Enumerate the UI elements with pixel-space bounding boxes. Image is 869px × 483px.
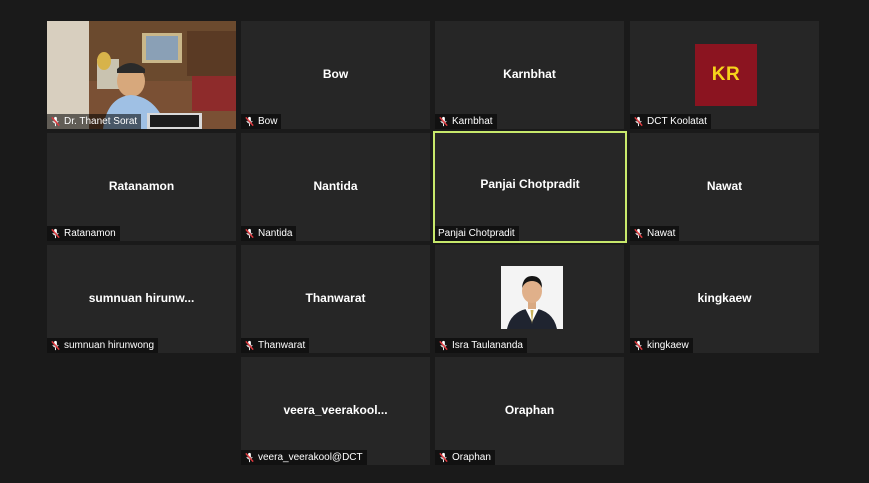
microphone-muted-icon: [51, 340, 60, 351]
participant-display-name: veera_veerakool...: [283, 403, 388, 417]
microphone-muted-icon: [634, 228, 643, 239]
participant-display-name: Ratanamon: [108, 179, 175, 193]
participant-tile-panjai-active-speaker[interactable]: Panjai Chotpradit Panjai Chotpradit: [433, 131, 627, 243]
microphone-muted-icon: [245, 228, 254, 239]
participant-nameplate: Ratanamon: [47, 226, 120, 241]
participant-label: veera_veerakool@DCT: [258, 452, 363, 463]
kr-logo: KR: [695, 44, 757, 106]
participant-nameplate: sumnuan hirunwong: [47, 338, 159, 353]
microphone-muted-icon: [439, 452, 448, 463]
participant-label: kingkaew: [647, 340, 689, 351]
participant-display-name: Bow: [322, 67, 349, 81]
participant-label: Oraphan: [452, 452, 491, 463]
microphone-muted-icon: [439, 116, 448, 127]
microphone-muted-icon: [634, 116, 643, 127]
participant-nameplate: Oraphan: [435, 450, 495, 465]
participant-nameplate: Karnbhat: [435, 114, 497, 129]
participant-display-name: Nantida: [313, 179, 358, 193]
microphone-muted-icon: [51, 116, 60, 127]
participant-tile-isra[interactable]: Isra Taulananda: [435, 245, 624, 353]
participant-nameplate: Dr. Thanet Sorat: [47, 114, 142, 129]
microphone-muted-icon: [245, 452, 254, 463]
participant-tile-dct-koolatat[interactable]: KR DCT Koolatat: [630, 21, 819, 129]
participant-tile-karnbhat[interactable]: Karnbhat Karnbhat: [435, 21, 624, 129]
participant-tile-thanet[interactable]: Dr. Thanet Sorat: [47, 21, 236, 129]
profile-photo: [501, 266, 563, 329]
participant-tile-thanwarat[interactable]: Thanwarat Thanwarat: [241, 245, 430, 353]
participant-display-name: Thanwarat: [305, 291, 366, 305]
participant-nameplate: Panjai Chotpradit: [435, 226, 519, 241]
participant-tile-oraphan[interactable]: Oraphan Oraphan: [435, 357, 624, 465]
participant-tile-veera[interactable]: veera_veerakool... veera_veerakool@DCT: [241, 357, 430, 465]
participant-tile-nantida[interactable]: Nantida Nantida: [241, 133, 430, 241]
microphone-muted-icon: [245, 340, 254, 351]
microphone-muted-icon: [51, 228, 60, 239]
participant-display-name: Oraphan: [504, 403, 555, 417]
participant-tile-sumnuan[interactable]: sumnuan hirunw... sumnuan hirunwong: [47, 245, 236, 353]
participant-display-name: kingkaew: [697, 291, 752, 305]
participant-tile-bow[interactable]: Bow Bow: [241, 21, 430, 129]
participant-display-name: Karnbhat: [503, 67, 556, 81]
participant-nameplate: veera_veerakool@DCT: [241, 450, 367, 465]
participant-label: Karnbhat: [452, 116, 493, 127]
microphone-muted-icon: [245, 116, 254, 127]
participant-nameplate: Nantida: [241, 226, 297, 241]
participant-label: DCT Koolatat: [647, 116, 707, 127]
participant-label: Ratanamon: [64, 228, 116, 239]
microphone-muted-icon: [439, 340, 448, 351]
profile-photo-image: [501, 266, 563, 329]
participant-nameplate: kingkaew: [630, 338, 693, 353]
participant-label: Nantida: [258, 228, 293, 239]
participant-display-name: sumnuan hirunw...: [88, 291, 195, 305]
participant-nameplate: Thanwarat: [241, 338, 310, 353]
participant-tile-nawat[interactable]: Nawat Nawat: [630, 133, 819, 241]
participant-nameplate: Nawat: [630, 226, 680, 241]
participant-nameplate: Isra Taulananda: [435, 338, 527, 353]
participant-tile-ratanamon[interactable]: Ratanamon Ratanamon: [47, 133, 236, 241]
participant-nameplate: DCT Koolatat: [630, 114, 711, 129]
gallery-view: Dr. Thanet Sorat Bow Bow Karnbhat Karnbh…: [0, 0, 869, 483]
participant-label: Nawat: [647, 228, 676, 239]
participant-label: Panjai Chotpradit: [438, 228, 515, 239]
participant-tile-kingkaew[interactable]: kingkaew kingkaew: [630, 245, 819, 353]
participant-display-name: Panjai Chotpradit: [480, 177, 580, 191]
participant-label: Dr. Thanet Sorat: [64, 116, 138, 127]
participant-display-name: Nawat: [706, 179, 743, 193]
participant-label: Bow: [258, 116, 278, 127]
microphone-muted-icon: [634, 340, 643, 351]
participant-video: [47, 21, 236, 129]
participant-label: sumnuan hirunwong: [64, 340, 155, 351]
participant-nameplate: Bow: [241, 114, 282, 129]
participant-label: Isra Taulananda: [452, 340, 523, 351]
participant-label: Thanwarat: [258, 340, 306, 351]
